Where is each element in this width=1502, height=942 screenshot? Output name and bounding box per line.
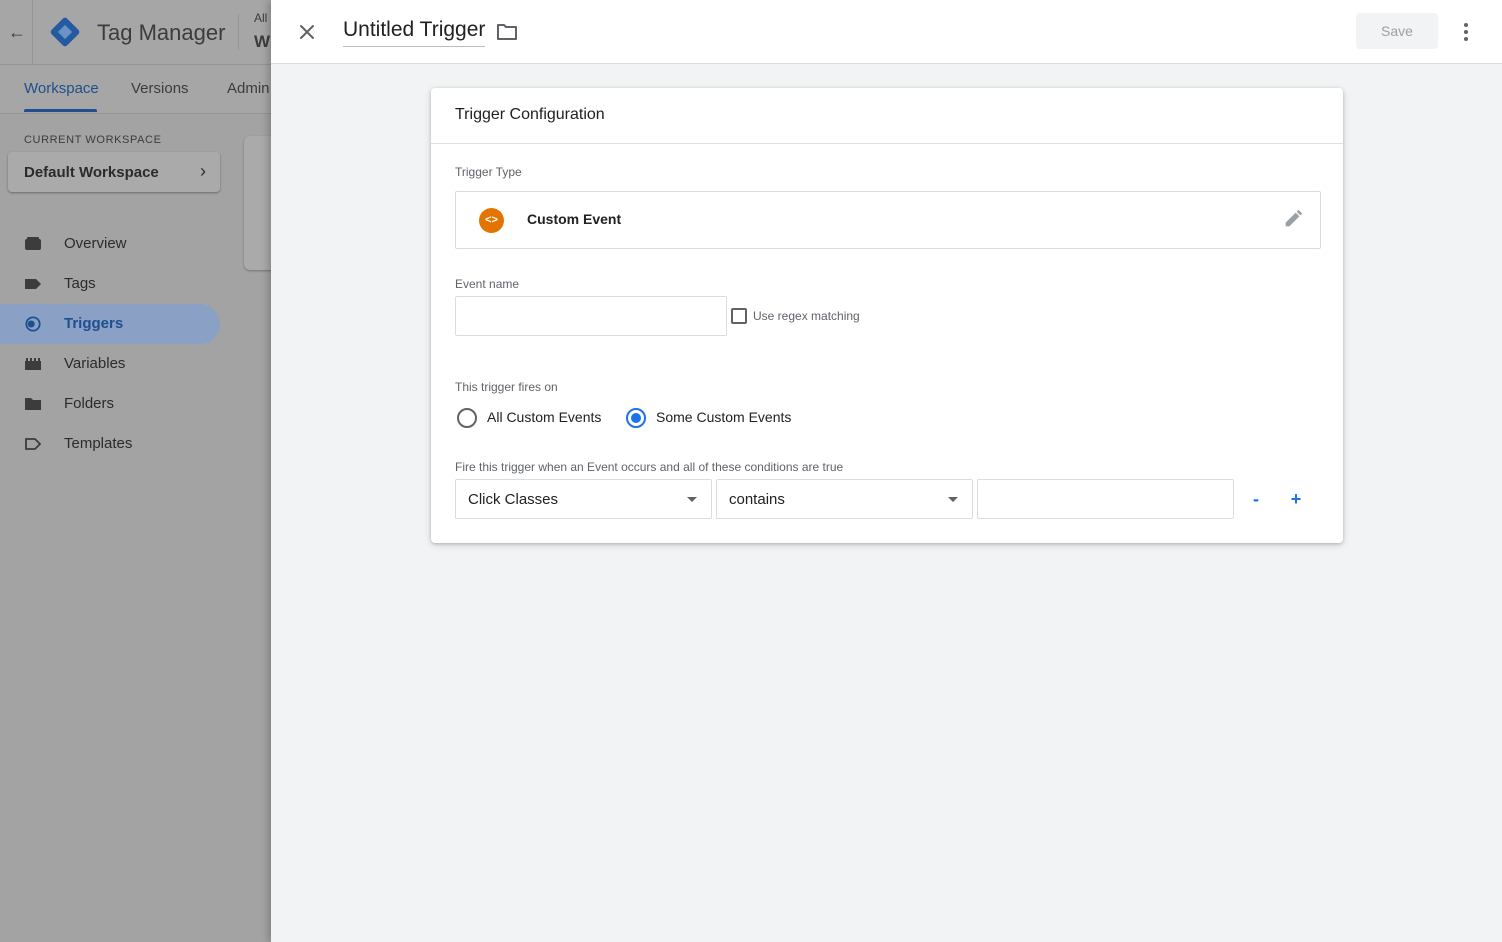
card-title: Trigger Configuration (455, 106, 605, 123)
sidebar-item-variables[interactable]: Variables (0, 344, 220, 384)
header-divider (32, 0, 33, 64)
trigger-type-label: Trigger Type (455, 165, 522, 179)
conditions-label: Fire this trigger when an Event occurs a… (455, 460, 844, 474)
trigger-editor-panel: Untitled Trigger Save Trigger Configurat… (271, 0, 1502, 942)
save-button[interactable]: Save (1356, 13, 1438, 49)
app-header: ← Tag Manager All W (0, 0, 271, 65)
active-tab-indicator (24, 109, 97, 112)
chevron-right-icon: › (200, 161, 206, 181)
regex-checkbox-label[interactable]: Use regex matching (753, 309, 860, 323)
template-icon (25, 438, 42, 450)
gtm-logo-icon (49, 16, 81, 48)
remove-condition-button[interactable]: - (1241, 484, 1271, 514)
dropdown-arrow-icon (687, 497, 697, 502)
sidebar-item-label: Overview (64, 235, 127, 252)
workspace-name: Default Workspace (24, 164, 159, 181)
sidebar-item-folders[interactable]: Folders (0, 384, 220, 424)
editor-topbar: Untitled Trigger Save (271, 0, 1502, 64)
condition-operator-value: contains (729, 491, 785, 508)
sidebar-item-label: Templates (64, 435, 133, 452)
trigger-type-name: Custom Event (527, 211, 622, 227)
custom-event-icon: <> (479, 208, 504, 233)
account-label[interactable]: All (254, 11, 267, 25)
add-condition-button[interactable]: + (1281, 484, 1311, 514)
tab-versions[interactable]: Versions (131, 80, 189, 97)
more-vert-icon[interactable] (1454, 18, 1478, 46)
condition-variable-value: Click Classes (468, 491, 559, 508)
tab-admin[interactable]: Admin (227, 80, 270, 97)
sidebar-item-tags[interactable]: Tags (0, 264, 220, 304)
product-name: Tag Manager (97, 20, 226, 45)
event-name-input[interactable] (455, 296, 727, 336)
trigger-type-selector[interactable]: <> Custom Event (455, 191, 1321, 249)
back-arrow-icon[interactable]: ← (8, 22, 26, 43)
container-name[interactable]: W (254, 32, 270, 52)
app-tabs: Workspace Versions Admin (0, 65, 271, 114)
radio-some-custom-events[interactable] (626, 408, 646, 428)
folder-icon (25, 398, 41, 410)
close-icon[interactable] (293, 18, 321, 46)
radio-label-all[interactable]: All Custom Events (487, 409, 601, 425)
tag-icon (25, 279, 41, 289)
event-name-label: Event name (455, 277, 520, 291)
condition-operator-select[interactable]: contains (716, 479, 973, 519)
trigger-configuration-card: Trigger Configuration Trigger Type <> Cu… (431, 88, 1343, 543)
folder-icon[interactable] (495, 20, 519, 44)
regex-checkbox[interactable] (731, 308, 747, 324)
radio-all-custom-events[interactable] (457, 408, 477, 428)
sidebar-item-overview[interactable]: Overview (0, 224, 220, 264)
pencil-icon[interactable] (1282, 208, 1304, 230)
card-divider (431, 143, 1343, 144)
condition-variable-select[interactable]: Click Classes (455, 479, 712, 519)
sidebar-item-label: Variables (64, 355, 126, 372)
sidebar-item-label: Triggers (64, 315, 124, 332)
overview-icon (25, 237, 41, 250)
tab-workspace[interactable]: Workspace (24, 80, 99, 97)
trigger-icon (25, 316, 41, 332)
variables-icon (25, 358, 41, 370)
radio-label-some[interactable]: Some Custom Events (656, 409, 791, 425)
current-workspace-label: CURRENT WORKSPACE (24, 134, 162, 146)
dropdown-arrow-icon (948, 497, 958, 502)
trigger-name-field[interactable]: Untitled Trigger (343, 18, 486, 47)
background-app: ← Tag Manager All W Workspace Versions A… (0, 0, 284, 942)
sidebar-item-label: Folders (64, 395, 115, 412)
header-divider-2 (238, 14, 239, 50)
fires-on-label: This trigger fires on (455, 380, 558, 394)
workspace-selector[interactable]: Default Workspace › (8, 152, 220, 192)
sidebar-item-templates[interactable]: Templates (0, 424, 220, 464)
sidebar-item-label: Tags (64, 275, 96, 292)
sidebar-item-triggers[interactable]: Triggers (0, 304, 220, 344)
condition-value-input[interactable] (977, 479, 1234, 519)
